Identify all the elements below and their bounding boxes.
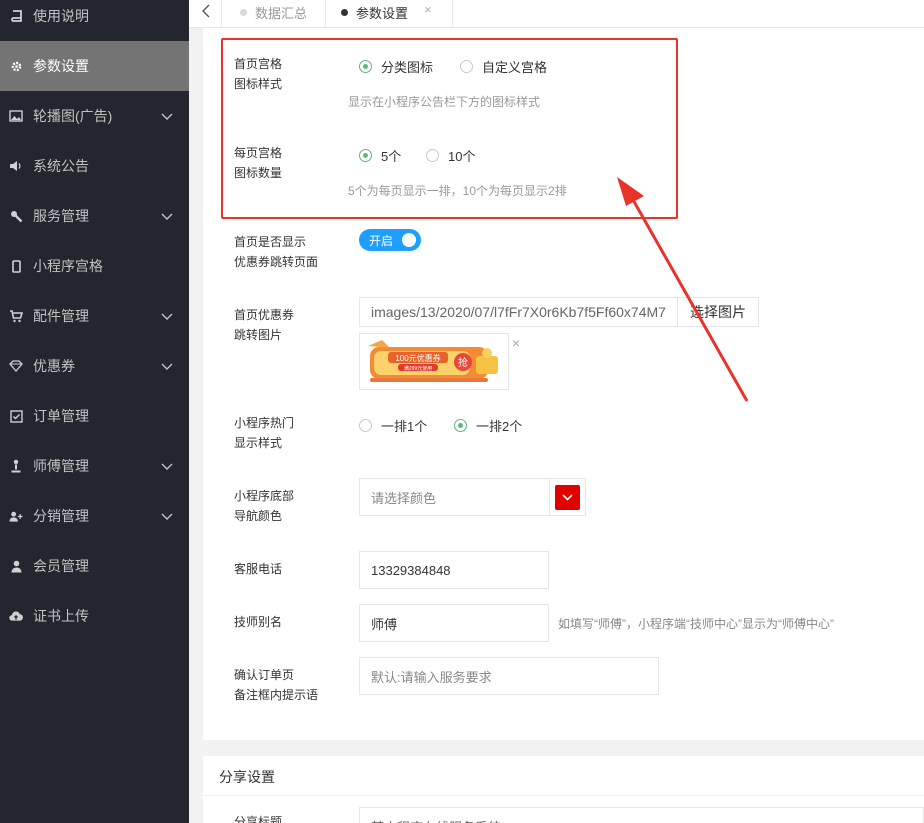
tab-divider	[221, 0, 222, 28]
tab-divider	[452, 0, 453, 28]
sidebar-item-parts[interactable]: 配件管理	[0, 291, 189, 341]
volume-icon	[9, 159, 23, 173]
coupon-banner-image: 100元优惠券 满299元使用 抢	[360, 334, 508, 389]
section-divider	[203, 795, 924, 796]
hot-style-radio-2[interactable]: 一排2个	[454, 416, 522, 435]
tab-label: 数据汇总	[255, 5, 308, 21]
worker-icon	[9, 459, 23, 473]
chevron-down-icon	[562, 493, 573, 501]
coupon-jump-toggle[interactable]: 开启	[359, 229, 421, 251]
tech-alias-label: 技师别名	[234, 615, 283, 629]
share-settings-panel: 分享标题 某小程序在线服务系统	[203, 756, 924, 823]
sidebar-item-label: 使用说明	[33, 8, 89, 24]
sidebar-item-manual[interactable]: 使用说明	[0, 0, 189, 41]
radio-circle	[359, 419, 372, 432]
sidebar: 使用说明 参数设置 轮播图(广告) 系统公告 服务管理 小程序宫格 配件管理 优…	[0, 0, 189, 823]
chevron-down-icon	[161, 213, 173, 220]
sidebar-item-label: 系统公告	[33, 158, 89, 174]
coupon-thumb-badge: 抢	[458, 356, 468, 369]
sidebar-item-settings[interactable]: 参数设置	[0, 41, 189, 91]
user-icon	[9, 559, 23, 573]
sidebar-item-label: 配件管理	[33, 308, 89, 324]
phone-label: 客服电话	[234, 562, 283, 576]
gear-icon	[9, 59, 23, 73]
highlight-box	[221, 38, 678, 219]
tab-close-icon[interactable]: ×	[424, 2, 432, 17]
chevron-down-icon	[161, 313, 173, 320]
coupon-image-thumbnail: 100元优惠券 满299元使用 抢	[359, 333, 509, 390]
cloud-upload-icon	[9, 609, 23, 623]
toggle-knob	[402, 233, 416, 247]
toggle-text: 开启	[369, 233, 394, 248]
tech-alias-input[interactable]: 师傅	[359, 604, 549, 642]
image-icon	[9, 109, 23, 123]
user-plus-icon	[9, 509, 23, 523]
tab-settings[interactable]: 参数设置	[341, 0, 408, 24]
sidebar-item-banner[interactable]: 轮播图(广告)	[0, 91, 189, 141]
sidebar-item-members[interactable]: 会员管理	[0, 541, 189, 591]
tab-data-summary[interactable]: 数据汇总	[240, 0, 307, 24]
coupon-image-path-input[interactable]: images/13/2020/07/l7fFr7X0r6Kb7f5Ff60x74…	[359, 297, 678, 327]
sidebar-item-label: 分销管理	[33, 508, 89, 524]
hot-style-label: 小程序热门 显示样式	[234, 416, 295, 450]
share-title-input[interactable]: 某小程序在线服务系统	[359, 807, 924, 823]
checkbox-icon	[9, 409, 23, 423]
nav-color-input[interactable]: 请选择颜色	[359, 478, 550, 516]
radio-label: 一排1个	[381, 419, 428, 434]
diamond-icon	[9, 359, 23, 373]
sidebar-item-certificate[interactable]: 证书上传	[0, 591, 189, 641]
order-hint-input[interactable]: 默认:请输入服务要求	[359, 657, 659, 695]
sidebar-item-label: 参数设置	[33, 58, 89, 74]
color-swatch	[555, 484, 580, 510]
tab-status-dot	[240, 8, 247, 16]
sidebar-item-grid[interactable]: 小程序宫格	[0, 241, 189, 291]
sidebar-item-label: 会员管理	[33, 558, 89, 574]
chevron-down-icon	[161, 463, 173, 470]
sidebar-item-orders[interactable]: 订单管理	[0, 391, 189, 441]
coupon-jump-label: 首页是否显示 优惠券跳转页面	[234, 235, 319, 269]
sidebar-item-label: 优惠券	[33, 358, 75, 374]
remove-image-icon[interactable]: ×	[512, 335, 520, 351]
sidebar-item-notice[interactable]: 系统公告	[0, 141, 189, 191]
color-picker-button[interactable]	[549, 478, 586, 516]
sidebar-item-label: 证书上传	[33, 608, 89, 624]
sidebar-item-distribution[interactable]: 分销管理	[0, 491, 189, 541]
radio-circle	[454, 419, 467, 432]
chevron-left-icon[interactable]	[197, 0, 215, 22]
hot-style-radio-1[interactable]: 一排1个	[359, 416, 427, 435]
share-title-label: 分享标题	[234, 815, 283, 823]
sidebar-item-label: 订单管理	[33, 408, 89, 424]
order-hint-label: 确认订单页 备注框内提示语	[234, 668, 319, 702]
sidebar-item-label: 服务管理	[33, 208, 89, 224]
tab-bar: 数据汇总 参数设置 ×	[189, 0, 924, 28]
wrench-icon	[9, 209, 23, 223]
radio-label: 一排2个	[476, 419, 523, 434]
coupon-thumb-title: 100元优惠券	[395, 353, 440, 363]
sidebar-item-label: 小程序宫格	[33, 258, 103, 274]
nav-color-label: 小程序底部 导航颜色	[234, 489, 295, 523]
chevron-down-icon	[161, 113, 173, 120]
sidebar-item-service[interactable]: 服务管理	[0, 191, 189, 241]
sidebar-item-label: 轮播图(广告)	[33, 108, 113, 124]
chevron-down-icon	[161, 513, 173, 520]
mobile-icon	[9, 259, 23, 273]
phone-input[interactable]: 13329384848	[359, 551, 549, 589]
chevron-down-icon	[161, 363, 173, 370]
coupon-thumb-subtitle: 满299元使用	[404, 365, 432, 372]
tech-alias-hint: 如填写“师傅”，小程序端“技师中心”显示为“师傅中心”	[558, 617, 834, 631]
sidebar-item-label: 师傅管理	[33, 458, 89, 474]
coupon-image-label: 首页优惠券 跳转图片	[234, 308, 295, 342]
book-icon	[9, 9, 23, 23]
share-section-title: 分享设置	[219, 769, 275, 785]
tab-label: 参数设置	[356, 5, 409, 21]
sidebar-item-workers[interactable]: 师傅管理	[0, 441, 189, 491]
tab-divider	[325, 0, 326, 28]
cart-icon	[9, 309, 23, 323]
sidebar-item-coupon[interactable]: 优惠券	[0, 341, 189, 391]
tab-status-dot	[341, 8, 348, 16]
choose-image-button[interactable]: 选择图片	[677, 297, 759, 327]
